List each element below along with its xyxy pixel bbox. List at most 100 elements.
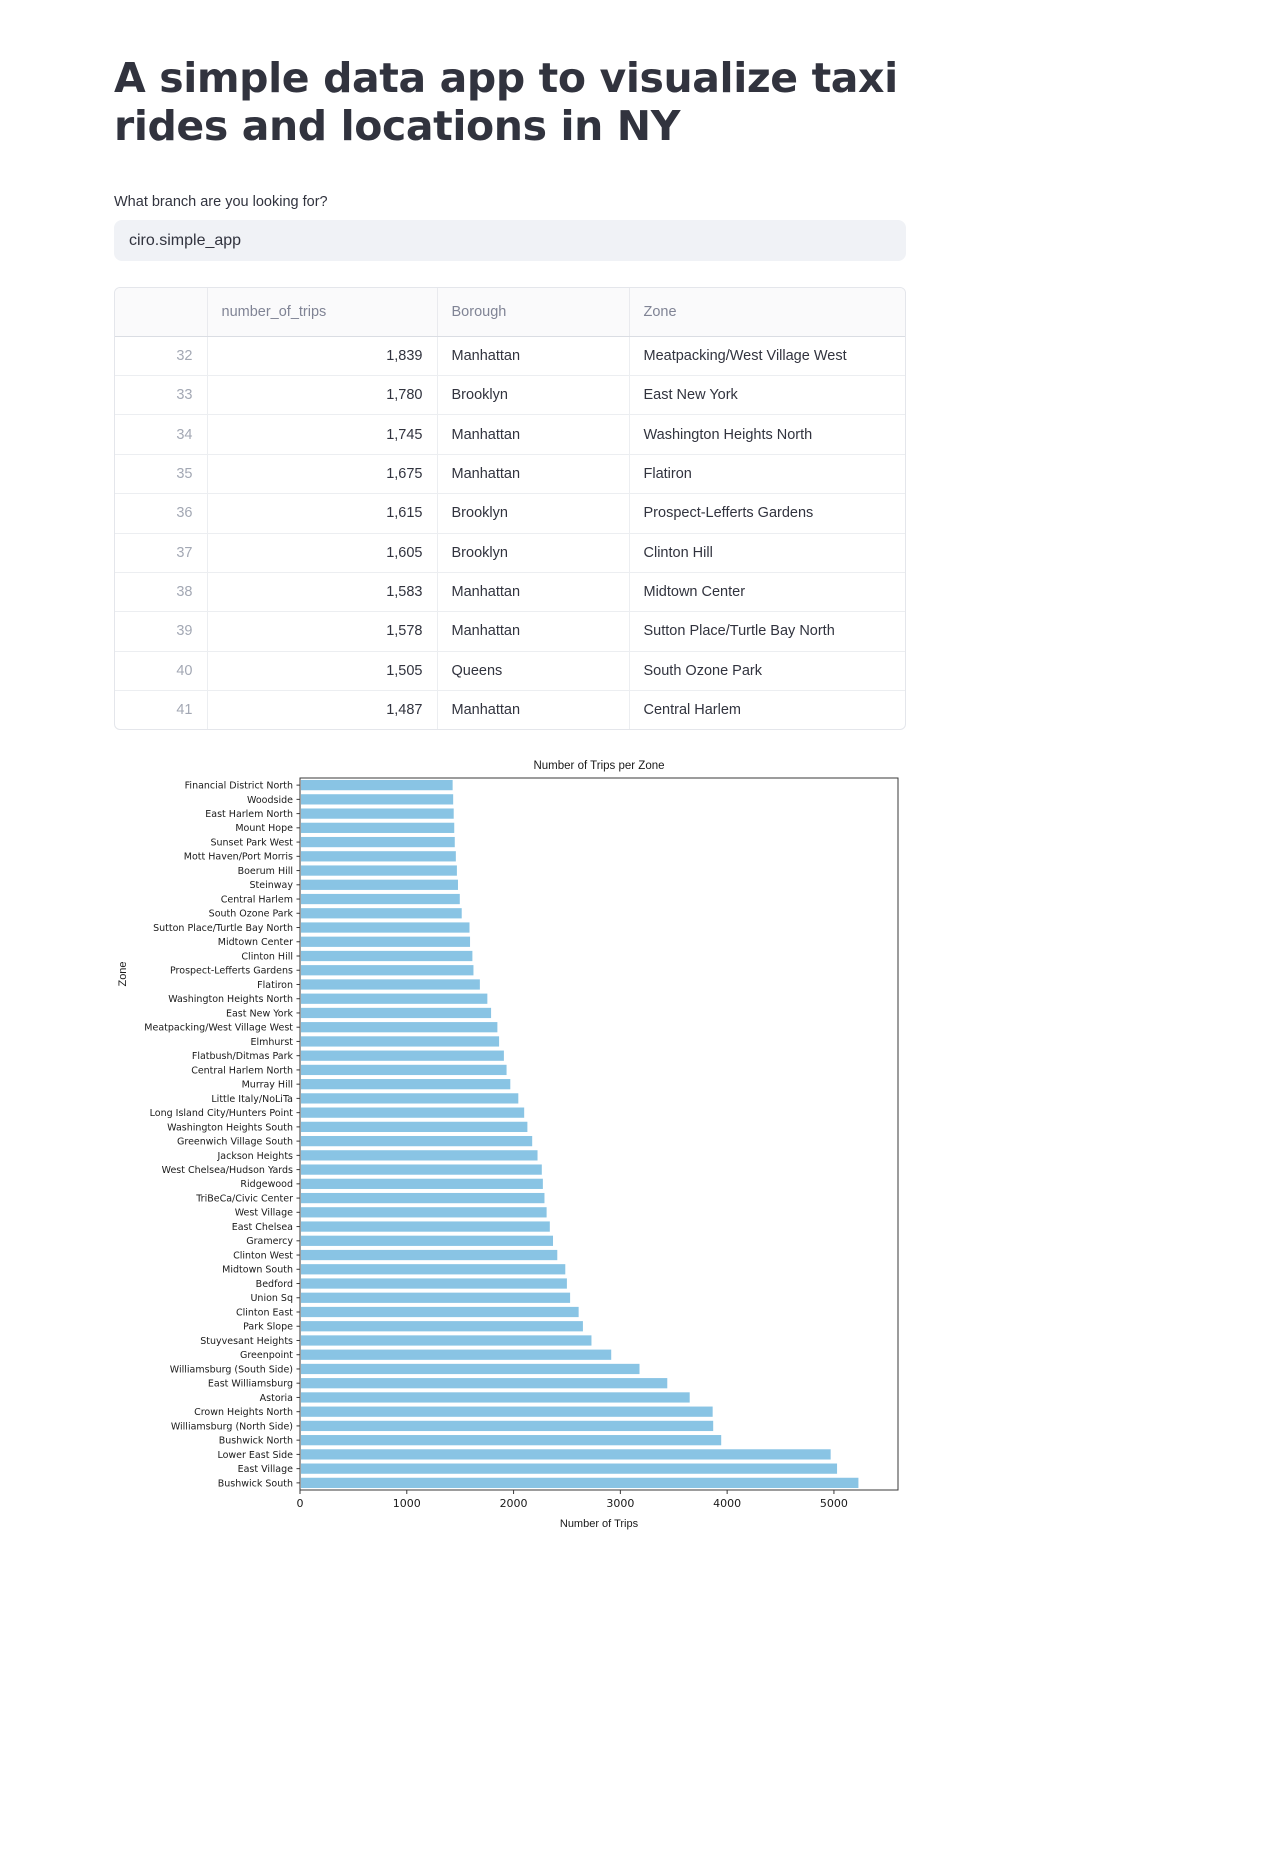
cell-number-of-trips: 1,780: [207, 375, 438, 416]
y-axis-tick-label: Flatbush/Ditmas Park: [192, 1051, 294, 1062]
table-row[interactable]: 33 1,780 Brooklyn East New York: [115, 375, 905, 416]
bar: [301, 1022, 498, 1033]
y-axis-tick-label: Lower East Side: [217, 1450, 293, 1461]
y-axis-tick-label: West Village: [235, 1208, 293, 1219]
cell-index: 32: [115, 336, 208, 376]
trips-per-zone-chart: Number of Trips per Zone Financial Distri…: [112, 752, 1182, 1572]
bar: [301, 936, 471, 947]
cell-borough: Brooklyn: [437, 533, 630, 573]
table-row[interactable]: 39 1,578 Manhattan Sutton Place/Turtle Bay …: [115, 611, 905, 652]
table-row[interactable]: 32 1,839 Manhattan Meatpacking/West Village…: [115, 336, 905, 376]
bar: [301, 1036, 500, 1047]
bar: [301, 1164, 542, 1175]
y-axis-tick-label: Washington Heights North: [168, 994, 293, 1005]
bar: [301, 1221, 550, 1232]
cell-number-of-trips: 1,583: [207, 572, 438, 613]
cell-borough: Manhattan: [437, 690, 630, 730]
table-row[interactable]: 37 1,605 Brooklyn Clinton Hill: [115, 533, 905, 573]
cell-borough: Manhattan: [437, 336, 630, 376]
table-row[interactable]: 36 1,615 Brooklyn Prospect-Lefferts Gardens: [115, 493, 905, 534]
bar: [301, 1477, 859, 1489]
table-row[interactable]: 40 1,505 Queens South Ozone Park: [115, 651, 905, 692]
y-axis-tick-label: Boerum Hill: [238, 866, 293, 877]
column-header-index[interactable]: [115, 288, 208, 337]
cell-zone: Sutton Place/Turtle Bay North: [629, 611, 905, 652]
bar: [301, 1392, 690, 1403]
x-axis-tick-label: 3000: [606, 1497, 634, 1510]
cell-borough: Queens: [437, 651, 630, 692]
table-row[interactable]: 38 1,583 Manhattan Midtown Center: [115, 572, 905, 613]
y-axis-tick-label: TriBeCa/Civic Center: [195, 1194, 293, 1205]
y-axis-tick-label: Central Harlem: [221, 894, 293, 905]
bar: [301, 1335, 592, 1346]
y-axis-tick-label: Greenwich Village South: [177, 1137, 293, 1148]
cell-zone: Midtown Center: [629, 572, 905, 613]
cell-zone: Flatiron: [629, 454, 905, 495]
x-axis-tick-label: 1000: [393, 1497, 421, 1510]
bar: [301, 1349, 612, 1360]
bar: [301, 1136, 533, 1147]
y-axis-tick-label: Crown Heights North: [194, 1407, 293, 1418]
cell-zone: Prospect-Lefferts Gardens: [629, 493, 905, 534]
cell-number-of-trips: 1,615: [207, 493, 438, 534]
bar: [301, 1463, 838, 1474]
bar: [301, 780, 453, 791]
bar: [301, 950, 473, 962]
bar: [301, 1193, 545, 1204]
y-axis-tick-label: Little Italy/NoLiTa: [211, 1094, 293, 1105]
bar: [301, 993, 488, 1004]
y-axis-tick-label: Mount Hope: [235, 823, 293, 834]
x-axis-label: Number of Trips: [560, 1518, 639, 1530]
cell-index: 41: [115, 690, 208, 730]
y-axis-tick-label: East New York: [226, 1008, 294, 1019]
bar: [301, 1079, 511, 1090]
y-axis-tick-label: Sutton Place/Turtle Bay North: [153, 923, 293, 934]
x-axis-tick-label: 5000: [820, 1497, 848, 1510]
page-title: A simple data app to visualize taxi ride…: [114, 54, 898, 151]
cell-number-of-trips: 1,605: [207, 533, 438, 573]
column-header-borough[interactable]: Borough: [437, 288, 630, 337]
bar: [301, 1007, 492, 1019]
cell-index: 38: [115, 572, 208, 613]
cell-borough: Manhattan: [437, 572, 630, 613]
bar: [301, 794, 454, 805]
table-row[interactable]: 41 1,487 Manhattan Central Harlem: [115, 690, 905, 730]
cell-number-of-trips: 1,578: [207, 611, 438, 652]
y-axis-tick-label: East Chelsea: [232, 1222, 293, 1233]
dataframe-container[interactable]: number_of_trips Borough Zone 32 1,839 Manh…: [114, 287, 906, 731]
y-axis-tick-label: West Chelsea/Hudson Yards: [162, 1165, 293, 1176]
bar: [301, 1107, 525, 1118]
bar: [301, 908, 462, 919]
cell-index: 39: [115, 611, 208, 652]
cell-borough: Manhattan: [437, 611, 630, 652]
y-axis-tick-label: Greenpoint: [240, 1350, 293, 1361]
bar: [301, 1178, 543, 1190]
bar: [301, 1378, 668, 1389]
bar: [301, 1093, 519, 1104]
cell-zone: Clinton Hill: [629, 533, 905, 573]
cell-zone: East New York: [629, 375, 905, 416]
table-header-row: number_of_trips Borough Zone: [115, 288, 905, 337]
cell-zone: Meatpacking/West Village West: [629, 336, 905, 376]
y-axis-tick-label: Bedford: [256, 1279, 293, 1290]
y-axis-tick-label: East Williamsburg: [208, 1379, 293, 1390]
bar: [301, 979, 480, 990]
bar: [301, 1363, 640, 1375]
cell-borough: Brooklyn: [437, 493, 630, 534]
bar: [301, 865, 457, 876]
column-header-zone[interactable]: Zone: [629, 288, 905, 337]
y-axis-tick-label: Sunset Park West: [210, 838, 293, 849]
cell-index: 33: [115, 375, 208, 416]
app-content: A simple data app to visualize taxi ride…: [114, 0, 906, 1572]
table-row[interactable]: 34 1,745 Manhattan Washington Heights North: [115, 414, 905, 455]
branch-input[interactable]: [114, 220, 906, 262]
y-axis-tick-label: Bushwick North: [219, 1436, 293, 1447]
table-row[interactable]: 35 1,675 Manhattan Flatiron: [115, 454, 905, 495]
dataframe-scroll-area[interactable]: number_of_trips Borough Zone 32 1,839 Manh…: [115, 288, 905, 730]
y-axis-tick-label: Ridgewood: [240, 1179, 293, 1190]
y-axis-tick-label: Washington Heights South: [167, 1122, 293, 1133]
y-axis-tick-label: Central Harlem North: [191, 1065, 293, 1076]
y-axis-tick-label: Woodside: [247, 795, 293, 806]
column-header-trips[interactable]: number_of_trips: [207, 288, 438, 337]
branch-input-label: What branch are you looking for?: [114, 193, 328, 210]
